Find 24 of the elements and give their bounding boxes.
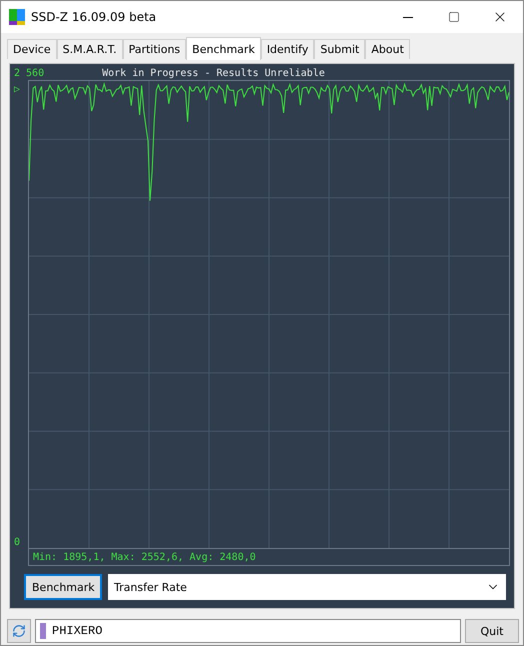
benchmark-button[interactable]: Benchmark	[24, 574, 102, 600]
quit-button[interactable]: Quit	[465, 619, 519, 643]
tab[interactable]: S.M.A.R.T.	[56, 39, 123, 59]
drive-field[interactable]: PHIXERO	[35, 619, 461, 643]
mode-dropdown[interactable]: Transfer Rate	[108, 574, 506, 600]
tab[interactable]: Benchmark	[186, 37, 261, 60]
y-axis-max-label: 2 560	[14, 68, 44, 78]
drive-color-icon	[40, 623, 46, 639]
tab[interactable]: Submit	[314, 39, 366, 59]
tab[interactable]: About	[365, 39, 410, 59]
drive-name: PHIXERO	[52, 624, 102, 638]
window-title: SSD-Z 16.09.09 beta	[31, 10, 158, 24]
stats-text: Min: 1895,1, Max: 2552,6, Avg: 2480,0	[33, 552, 256, 562]
marker-label: ▷	[14, 84, 22, 95]
tab[interactable]: Partitions	[122, 39, 186, 59]
maximize-icon	[448, 11, 460, 23]
tab[interactable]: Device	[7, 39, 57, 59]
refresh-icon	[12, 624, 26, 638]
y-axis-min-label: 0	[14, 537, 22, 548]
app-logo-icon	[9, 9, 25, 25]
graph-title: Work in Progress - Results Unreliable	[102, 68, 325, 78]
tab[interactable]: Identify	[260, 39, 314, 59]
refresh-button[interactable]	[7, 619, 31, 643]
minimize-icon	[403, 16, 413, 18]
